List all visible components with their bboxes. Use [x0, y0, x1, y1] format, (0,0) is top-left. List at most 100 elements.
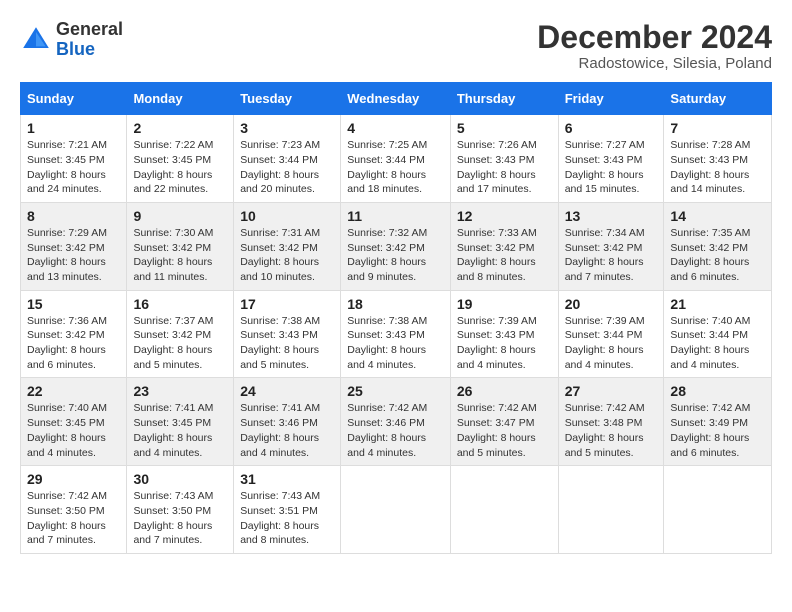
- day-number: 10: [240, 208, 334, 224]
- table-cell: 5 Sunrise: 7:26 AMSunset: 3:43 PMDayligh…: [450, 115, 558, 203]
- table-cell: 31 Sunrise: 7:43 AMSunset: 3:51 PMDaylig…: [234, 466, 341, 554]
- day-number: 14: [670, 208, 765, 224]
- table-cell: 4 Sunrise: 7:25 AMSunset: 3:44 PMDayligh…: [341, 115, 451, 203]
- table-cell: 15 Sunrise: 7:36 AMSunset: 3:42 PMDaylig…: [21, 290, 127, 378]
- table-cell: 12 Sunrise: 7:33 AMSunset: 3:42 PMDaylig…: [450, 202, 558, 290]
- table-cell: 8 Sunrise: 7:29 AMSunset: 3:42 PMDayligh…: [21, 202, 127, 290]
- logo: General Blue: [20, 20, 123, 60]
- table-cell: 17 Sunrise: 7:38 AMSunset: 3:43 PMDaylig…: [234, 290, 341, 378]
- day-number: 25: [347, 383, 444, 399]
- col-monday: Monday: [127, 83, 234, 115]
- table-cell: 16 Sunrise: 7:37 AMSunset: 3:42 PMDaylig…: [127, 290, 234, 378]
- day-info: Sunrise: 7:35 AMSunset: 3:42 PMDaylight:…: [670, 226, 765, 285]
- day-number: 16: [133, 296, 227, 312]
- day-number: 5: [457, 120, 552, 136]
- table-cell: 25 Sunrise: 7:42 AMSunset: 3:46 PMDaylig…: [341, 378, 451, 466]
- table-cell: 11 Sunrise: 7:32 AMSunset: 3:42 PMDaylig…: [341, 202, 451, 290]
- day-number: 27: [565, 383, 658, 399]
- table-cell: 6 Sunrise: 7:27 AMSunset: 3:43 PMDayligh…: [558, 115, 664, 203]
- day-number: 11: [347, 208, 444, 224]
- table-cell: [341, 466, 451, 554]
- day-number: 29: [27, 471, 120, 487]
- day-number: 23: [133, 383, 227, 399]
- table-cell: 21 Sunrise: 7:40 AMSunset: 3:44 PMDaylig…: [664, 290, 772, 378]
- table-cell: 23 Sunrise: 7:41 AMSunset: 3:45 PMDaylig…: [127, 378, 234, 466]
- day-number: 9: [133, 208, 227, 224]
- table-cell: 7 Sunrise: 7:28 AMSunset: 3:43 PMDayligh…: [664, 115, 772, 203]
- day-info: Sunrise: 7:40 AMSunset: 3:45 PMDaylight:…: [27, 401, 120, 460]
- col-saturday: Saturday: [664, 83, 772, 115]
- calendar-week-4: 22 Sunrise: 7:40 AMSunset: 3:45 PMDaylig…: [21, 378, 772, 466]
- table-cell: 28 Sunrise: 7:42 AMSunset: 3:49 PMDaylig…: [664, 378, 772, 466]
- day-number: 30: [133, 471, 227, 487]
- table-cell: 3 Sunrise: 7:23 AMSunset: 3:44 PMDayligh…: [234, 115, 341, 203]
- table-cell: 14 Sunrise: 7:35 AMSunset: 3:42 PMDaylig…: [664, 202, 772, 290]
- day-info: Sunrise: 7:39 AMSunset: 3:44 PMDaylight:…: [565, 314, 658, 373]
- day-info: Sunrise: 7:42 AMSunset: 3:46 PMDaylight:…: [347, 401, 444, 460]
- day-info: Sunrise: 7:30 AMSunset: 3:42 PMDaylight:…: [133, 226, 227, 285]
- day-info: Sunrise: 7:37 AMSunset: 3:42 PMDaylight:…: [133, 314, 227, 373]
- day-number: 26: [457, 383, 552, 399]
- day-number: 2: [133, 120, 227, 136]
- day-info: Sunrise: 7:38 AMSunset: 3:43 PMDaylight:…: [240, 314, 334, 373]
- table-cell: 27 Sunrise: 7:42 AMSunset: 3:48 PMDaylig…: [558, 378, 664, 466]
- table-cell: [558, 466, 664, 554]
- day-info: Sunrise: 7:23 AMSunset: 3:44 PMDaylight:…: [240, 138, 334, 197]
- col-friday: Friday: [558, 83, 664, 115]
- col-wednesday: Wednesday: [341, 83, 451, 115]
- day-number: 31: [240, 471, 334, 487]
- day-info: Sunrise: 7:42 AMSunset: 3:50 PMDaylight:…: [27, 489, 120, 548]
- day-number: 15: [27, 296, 120, 312]
- day-info: Sunrise: 7:34 AMSunset: 3:42 PMDaylight:…: [565, 226, 658, 285]
- table-cell: 30 Sunrise: 7:43 AMSunset: 3:50 PMDaylig…: [127, 466, 234, 554]
- day-info: Sunrise: 7:31 AMSunset: 3:42 PMDaylight:…: [240, 226, 334, 285]
- day-info: Sunrise: 7:33 AMSunset: 3:42 PMDaylight:…: [457, 226, 552, 285]
- day-number: 20: [565, 296, 658, 312]
- day-info: Sunrise: 7:29 AMSunset: 3:42 PMDaylight:…: [27, 226, 120, 285]
- table-cell: 1 Sunrise: 7:21 AMSunset: 3:45 PMDayligh…: [21, 115, 127, 203]
- day-number: 22: [27, 383, 120, 399]
- table-cell: [664, 466, 772, 554]
- logo-blue-text: Blue: [56, 40, 123, 60]
- calendar-week-3: 15 Sunrise: 7:36 AMSunset: 3:42 PMDaylig…: [21, 290, 772, 378]
- day-info: Sunrise: 7:22 AMSunset: 3:45 PMDaylight:…: [133, 138, 227, 197]
- table-cell: [450, 466, 558, 554]
- table-cell: 2 Sunrise: 7:22 AMSunset: 3:45 PMDayligh…: [127, 115, 234, 203]
- day-number: 17: [240, 296, 334, 312]
- day-number: 19: [457, 296, 552, 312]
- day-info: Sunrise: 7:36 AMSunset: 3:42 PMDaylight:…: [27, 314, 120, 373]
- calendar-table: Sunday Monday Tuesday Wednesday Thursday…: [20, 82, 772, 554]
- day-number: 7: [670, 120, 765, 136]
- logo-general-text: General: [56, 20, 123, 40]
- day-info: Sunrise: 7:43 AMSunset: 3:51 PMDaylight:…: [240, 489, 334, 548]
- day-number: 28: [670, 383, 765, 399]
- day-info: Sunrise: 7:21 AMSunset: 3:45 PMDaylight:…: [27, 138, 120, 197]
- day-info: Sunrise: 7:25 AMSunset: 3:44 PMDaylight:…: [347, 138, 444, 197]
- day-info: Sunrise: 7:43 AMSunset: 3:50 PMDaylight:…: [133, 489, 227, 548]
- table-cell: 18 Sunrise: 7:38 AMSunset: 3:43 PMDaylig…: [341, 290, 451, 378]
- table-cell: 9 Sunrise: 7:30 AMSunset: 3:42 PMDayligh…: [127, 202, 234, 290]
- day-number: 4: [347, 120, 444, 136]
- location-subtitle: Radostowice, Silesia, Poland: [537, 55, 772, 72]
- table-cell: 26 Sunrise: 7:42 AMSunset: 3:47 PMDaylig…: [450, 378, 558, 466]
- day-info: Sunrise: 7:42 AMSunset: 3:48 PMDaylight:…: [565, 401, 658, 460]
- table-cell: 24 Sunrise: 7:41 AMSunset: 3:46 PMDaylig…: [234, 378, 341, 466]
- day-number: 8: [27, 208, 120, 224]
- day-info: Sunrise: 7:40 AMSunset: 3:44 PMDaylight:…: [670, 314, 765, 373]
- day-number: 3: [240, 120, 334, 136]
- day-info: Sunrise: 7:39 AMSunset: 3:43 PMDaylight:…: [457, 314, 552, 373]
- calendar-week-2: 8 Sunrise: 7:29 AMSunset: 3:42 PMDayligh…: [21, 202, 772, 290]
- page-header: General Blue December 2024 Radostowice, …: [20, 20, 772, 72]
- calendar-header-row: Sunday Monday Tuesday Wednesday Thursday…: [21, 83, 772, 115]
- day-info: Sunrise: 7:42 AMSunset: 3:47 PMDaylight:…: [457, 401, 552, 460]
- table-cell: 22 Sunrise: 7:40 AMSunset: 3:45 PMDaylig…: [21, 378, 127, 466]
- day-info: Sunrise: 7:41 AMSunset: 3:45 PMDaylight:…: [133, 401, 227, 460]
- day-info: Sunrise: 7:26 AMSunset: 3:43 PMDaylight:…: [457, 138, 552, 197]
- day-info: Sunrise: 7:28 AMSunset: 3:43 PMDaylight:…: [670, 138, 765, 197]
- logo-icon: [20, 24, 52, 56]
- calendar-week-1: 1 Sunrise: 7:21 AMSunset: 3:45 PMDayligh…: [21, 115, 772, 203]
- table-cell: 20 Sunrise: 7:39 AMSunset: 3:44 PMDaylig…: [558, 290, 664, 378]
- title-block: December 2024 Radostowice, Silesia, Pola…: [537, 20, 772, 72]
- day-number: 24: [240, 383, 334, 399]
- calendar-week-5: 29 Sunrise: 7:42 AMSunset: 3:50 PMDaylig…: [21, 466, 772, 554]
